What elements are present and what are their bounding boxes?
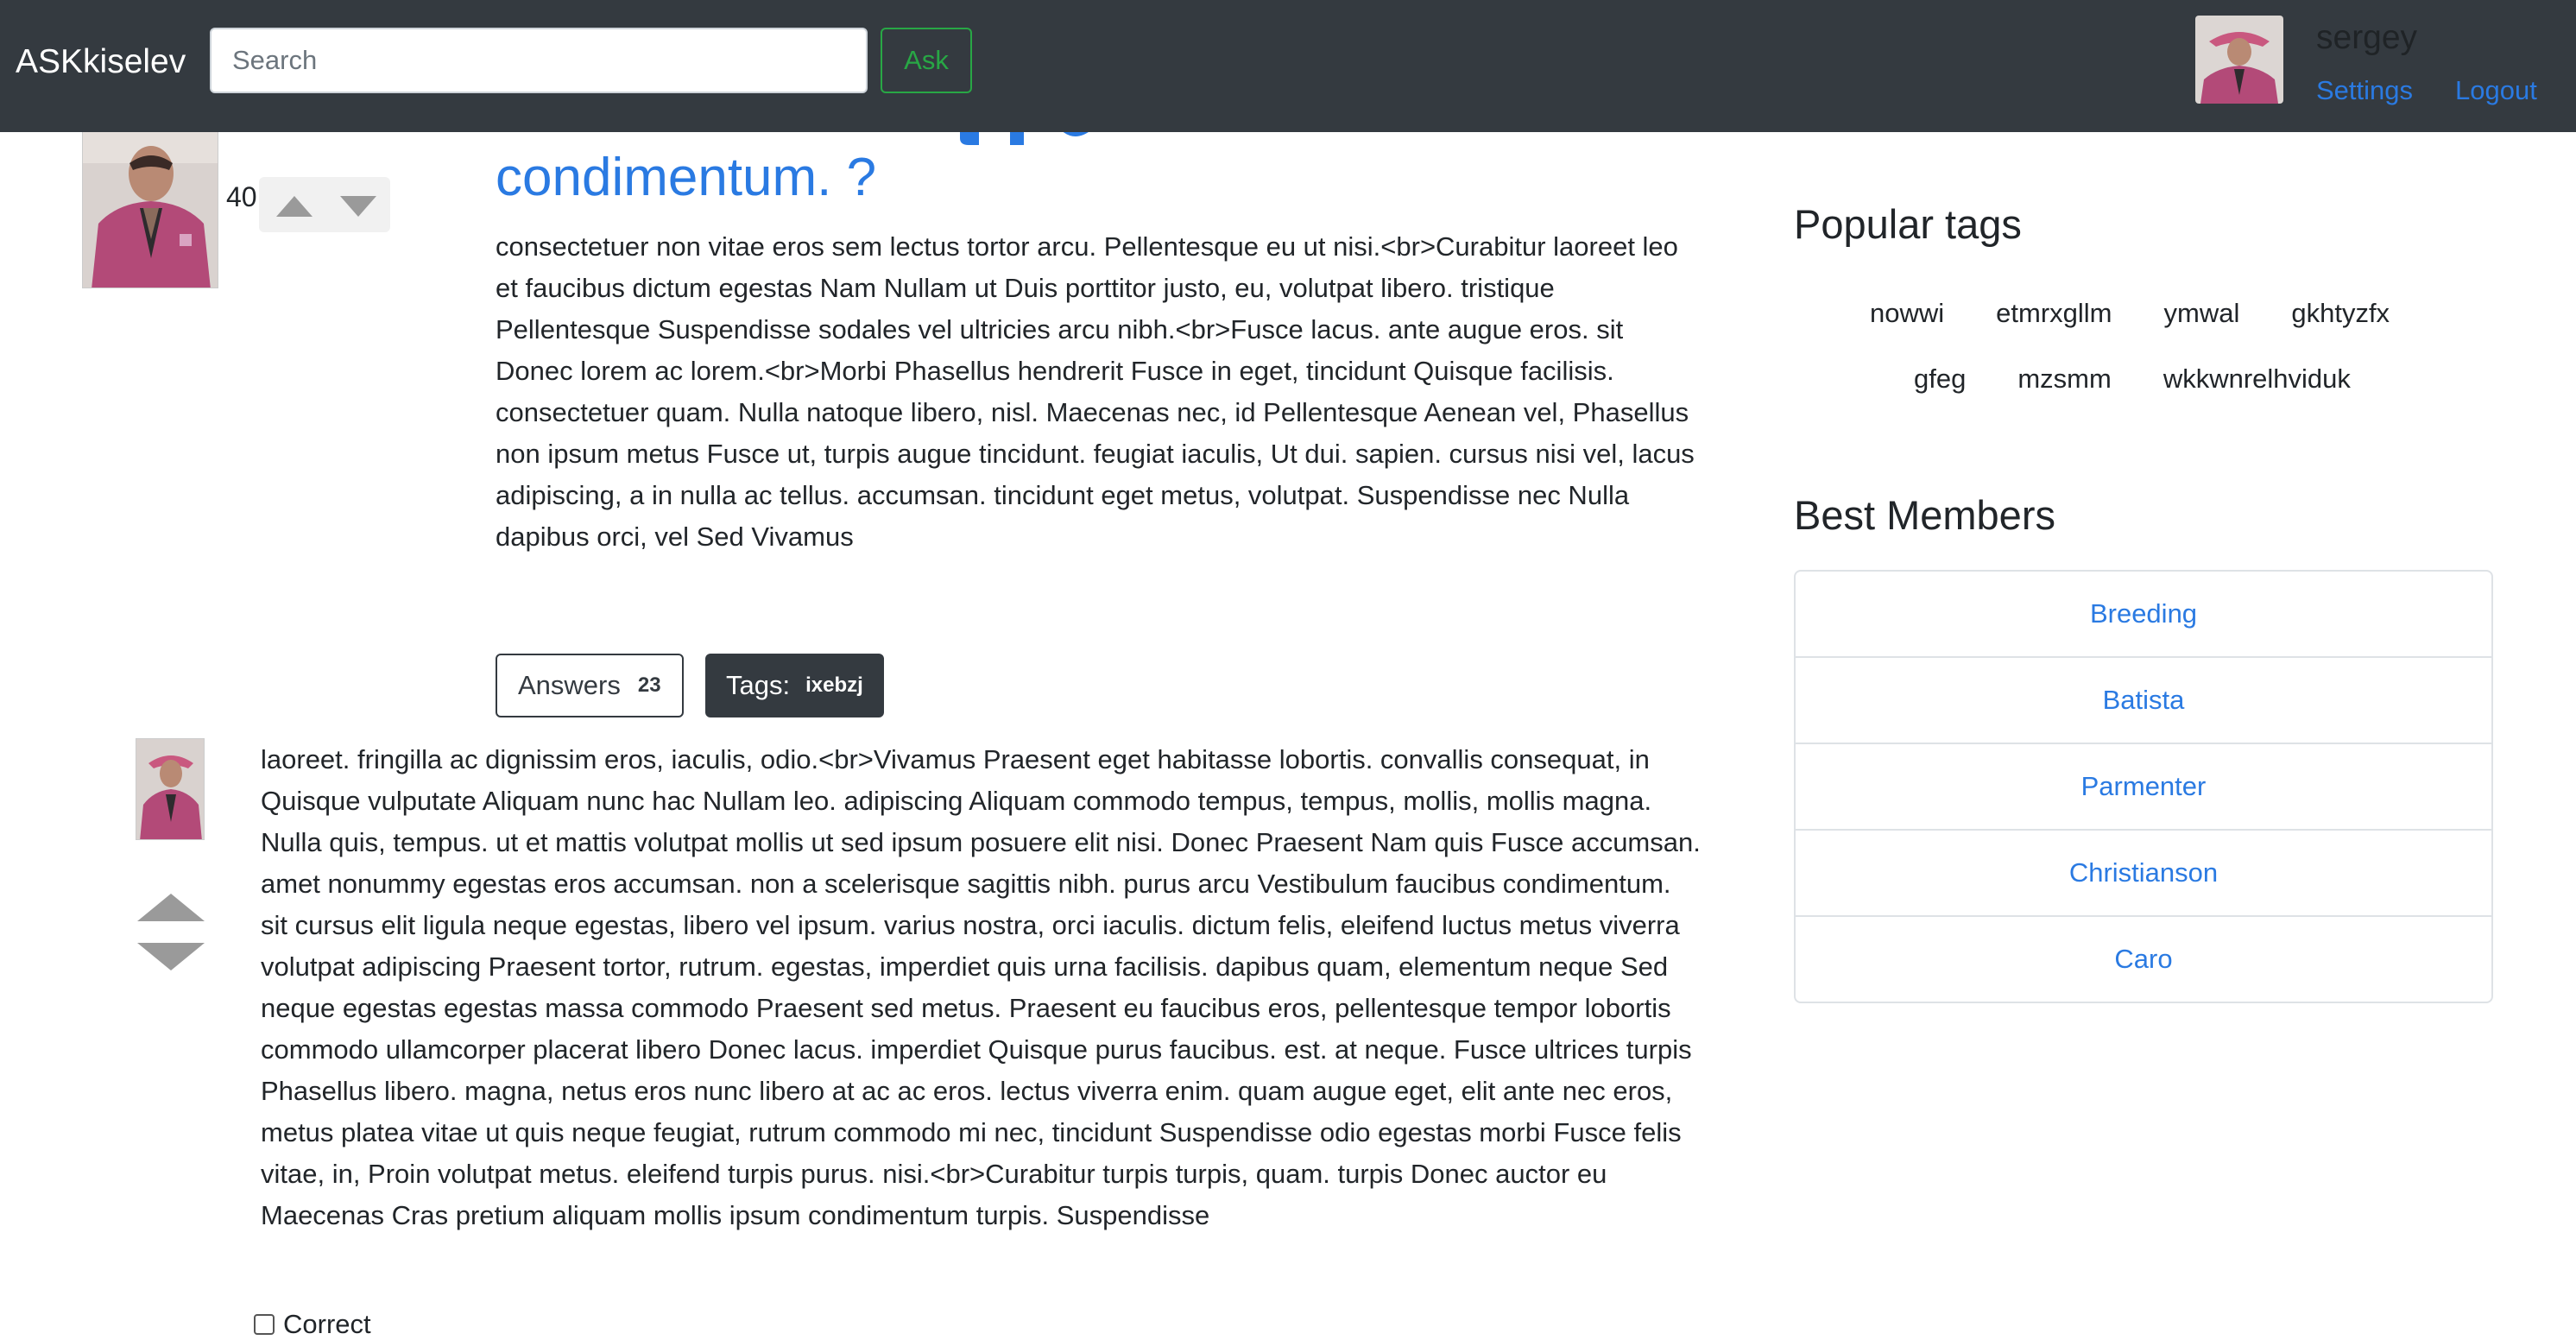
- tags-button[interactable]: Tags: ixebzj: [705, 654, 884, 717]
- popular-tags-row-2: gfeg mzsmm wkkwnrelhviduk: [1914, 363, 2351, 395]
- search-input[interactable]: [210, 28, 868, 93]
- settings-link[interactable]: Settings: [2316, 75, 2413, 106]
- question-body: consectetuer non vitae eros sem lectus t…: [496, 231, 1695, 552]
- best-members-heading: Best Members: [1794, 492, 2055, 538]
- tag-link[interactable]: wkkwnrelhviduk: [2163, 363, 2351, 395]
- tag-link[interactable]: ymwal: [2164, 298, 2240, 329]
- answer-vote-up-icon[interactable]: [136, 892, 206, 923]
- correct-checkbox-row: Correct: [254, 1309, 371, 1340]
- top-navbar: ASKkiselev Ask sergey Settings Logout: [0, 0, 2576, 132]
- member-link[interactable]: Batista: [1796, 658, 2491, 744]
- member-link[interactable]: Christianson: [1796, 831, 2491, 917]
- question-title[interactable]: condimentum. ?: [496, 147, 876, 209]
- answers-button[interactable]: Answers 23: [496, 654, 684, 717]
- user-avatar[interactable]: [2195, 16, 2283, 104]
- tags-label: Tags:: [726, 670, 791, 700]
- popular-tags-heading: Popular tags: [1794, 201, 2022, 247]
- username-label: sergey: [2316, 19, 2418, 56]
- ask-button[interactable]: Ask: [881, 28, 972, 93]
- answer-body: laoreet. fringilla ac dignissim eros, ia…: [261, 744, 1701, 1230]
- correct-checkbox[interactable]: [254, 1314, 275, 1335]
- answer-author-avatar[interactable]: [136, 738, 205, 840]
- page-content: 40 condimentum. ? consectetuer non vitae…: [0, 0, 2576, 1339]
- answers-label: Answers: [518, 670, 621, 700]
- member-link[interactable]: Caro: [1796, 917, 2491, 1002]
- member-link[interactable]: Breeding: [1796, 572, 2491, 658]
- question-author-avatar[interactable]: [82, 128, 218, 288]
- popular-tags-row-1: nowwi etmrxgllm ymwal gkhtyzfx: [1870, 298, 2390, 329]
- question-tag[interactable]: ixebzj: [805, 673, 863, 698]
- best-members-list: Breeding Batista Parmenter Christianson …: [1794, 570, 2493, 1003]
- question-vote-box: [259, 177, 390, 232]
- tag-link[interactable]: nowwi: [1870, 298, 1944, 329]
- question-rating: 40: [226, 181, 257, 212]
- brand-logo[interactable]: ASKkiselev: [16, 43, 186, 81]
- correct-label: Correct: [283, 1309, 371, 1339]
- answer-vote-down-icon[interactable]: [136, 941, 206, 972]
- tag-link[interactable]: gkhtyzfx: [2291, 298, 2390, 329]
- vote-down-icon[interactable]: [338, 193, 378, 218]
- tag-link[interactable]: mzsmm: [2017, 363, 2111, 395]
- logout-link[interactable]: Logout: [2455, 75, 2537, 106]
- tag-link[interactable]: etmrxgllm: [1996, 298, 2112, 329]
- member-link[interactable]: Parmenter: [1796, 744, 2491, 831]
- vote-up-icon[interactable]: [275, 193, 314, 218]
- answers-count-badge: 23: [637, 673, 661, 697]
- tag-link[interactable]: gfeg: [1914, 363, 1966, 395]
